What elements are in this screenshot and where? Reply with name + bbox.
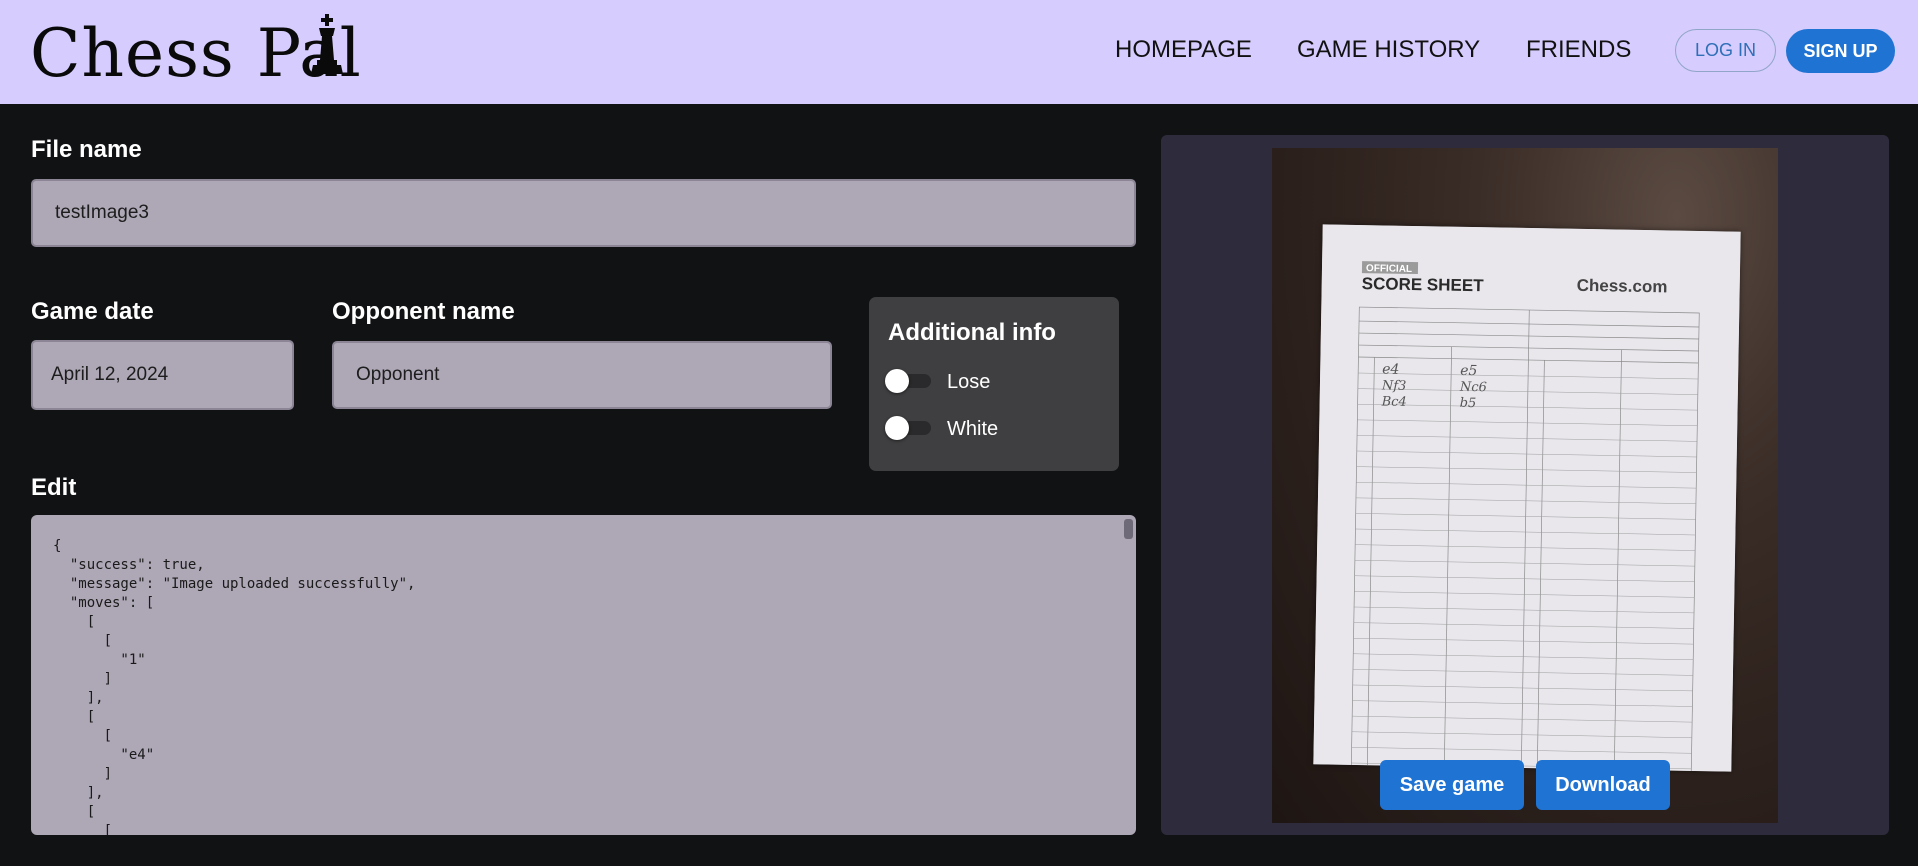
nav-game-history[interactable]: GAME HISTORY [1297, 36, 1480, 64]
signup-button[interactable]: SIGN UP [1786, 29, 1895, 73]
sheet-move-white-1: e4 [1382, 361, 1399, 377]
opponent-name-label: Opponent name [332, 298, 515, 325]
edit-label: Edit [31, 474, 77, 501]
sheet-official: OFFICIAL [1366, 263, 1412, 275]
sheet-brand: Chess.com [1577, 276, 1668, 297]
additional-info-panel: Additional info Lose White [869, 297, 1119, 471]
sheet-move-white-3: Bc4 [1381, 394, 1407, 409]
file-name-label: File name [31, 136, 142, 163]
sheet-move-black-3: b5 [1460, 396, 1477, 411]
white-toggle[interactable] [885, 416, 933, 440]
score-sheet-photo: OFFICIAL SCORE SHEET Chess.com e4 Nf3 Bc… [1272, 148, 1778, 823]
download-button[interactable]: Download [1536, 760, 1670, 810]
edit-textarea[interactable]: { "success": true, "message": "Image upl… [31, 515, 1136, 835]
sheet-title: SCORE SHEET [1362, 274, 1485, 295]
sheet-move-black-2: Nc6 [1459, 380, 1487, 395]
white-toggle-label: White [947, 418, 999, 440]
lose-toggle-label: Lose [947, 371, 991, 393]
sheet-move-white-2: Nf3 [1381, 378, 1407, 393]
login-button[interactable]: LOG IN [1675, 29, 1776, 72]
score-sheet: OFFICIAL SCORE SHEET Chess.com e4 Nf3 Bc… [1313, 224, 1741, 772]
nav-homepage[interactable]: HOMEPAGE [1115, 36, 1252, 64]
opponent-name-input[interactable]: Opponent [332, 341, 832, 409]
king-piece-icon [311, 14, 343, 74]
edit-scrollbar[interactable] [1124, 519, 1133, 539]
lose-toggle[interactable] [885, 369, 933, 393]
toggle-knob [885, 416, 909, 440]
save-game-button[interactable]: Save game [1380, 760, 1524, 810]
file-name-input[interactable]: testImage3 [31, 179, 1136, 247]
toggle-knob [885, 369, 909, 393]
additional-info-title: Additional info [888, 319, 1056, 346]
top-nav-bar: Chess Pal HOMEPAGE GAME HISTORY FRIENDS … [0, 0, 1918, 104]
edit-json-content[interactable]: { "success": true, "message": "Image upl… [31, 515, 1136, 835]
game-date-label: Game date [31, 298, 154, 325]
game-date-input[interactable]: April 12, 2024 [31, 340, 294, 410]
sheet-move-black-1: e5 [1460, 363, 1478, 379]
nav-friends[interactable]: FRIENDS [1526, 36, 1631, 64]
